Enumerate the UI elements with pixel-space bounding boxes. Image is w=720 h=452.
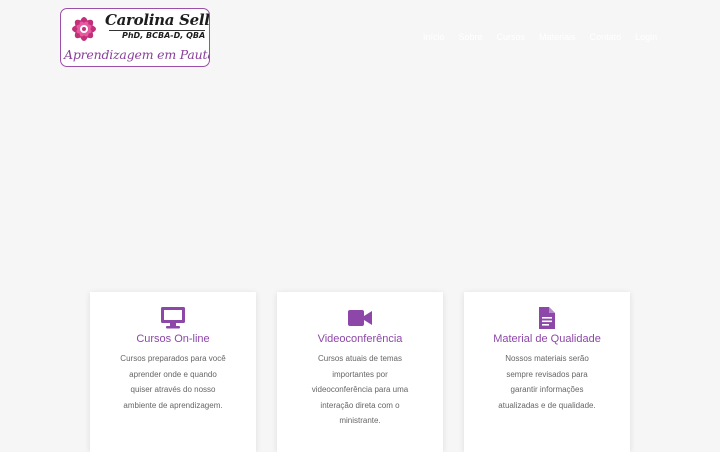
feature-description: Cursos preparados para você aprender ond… [120, 354, 226, 410]
monitor-icon [90, 306, 256, 330]
feature-card-online-courses: Cursos On-line Cursos preparados para vo… [90, 292, 256, 452]
nav-item-login[interactable]: Login [635, 32, 657, 42]
feature-title: Cursos On-line [136, 333, 210, 345]
brand-credentials: PhD, BCBA-D, QBA [122, 31, 206, 40]
video-camera-icon [277, 306, 443, 330]
nav-item-contato[interactable]: Contato [590, 32, 622, 42]
feature-description: Nossos materiais serão sempre revisados … [498, 354, 596, 410]
document-icon [464, 306, 630, 330]
site-header: Carolina Sella PhD, BCBA-D, QBA Aprendiz… [0, 0, 720, 80]
feature-title: Videoconferência [317, 333, 403, 345]
brand-name: Carolina Sella [105, 11, 210, 29]
feature-description: Cursos atuais de temas importantes por v… [311, 354, 409, 425]
lotus-logo-icon [72, 17, 96, 41]
nav-item-inicio[interactable]: Início [423, 32, 445, 42]
feature-card-videoconference: Videoconferência Cursos atuais de temas … [277, 292, 443, 452]
nav-item-cursos[interactable]: Cursos [497, 32, 526, 42]
main-nav: Início Sobre Cursos Materiais Contato Lo… [423, 32, 657, 42]
feature-card-quality-material: Material de Qualidade Nossos materiais s… [464, 292, 630, 452]
feature-title: Material de Qualidade [493, 333, 601, 345]
nav-item-sobre[interactable]: Sobre [459, 32, 483, 42]
brand-tagline: Aprendizagem em Pauta [64, 47, 210, 62]
site-logo[interactable]: Carolina Sella PhD, BCBA-D, QBA Aprendiz… [60, 8, 210, 67]
nav-item-materiais[interactable]: Materiais [539, 32, 576, 42]
